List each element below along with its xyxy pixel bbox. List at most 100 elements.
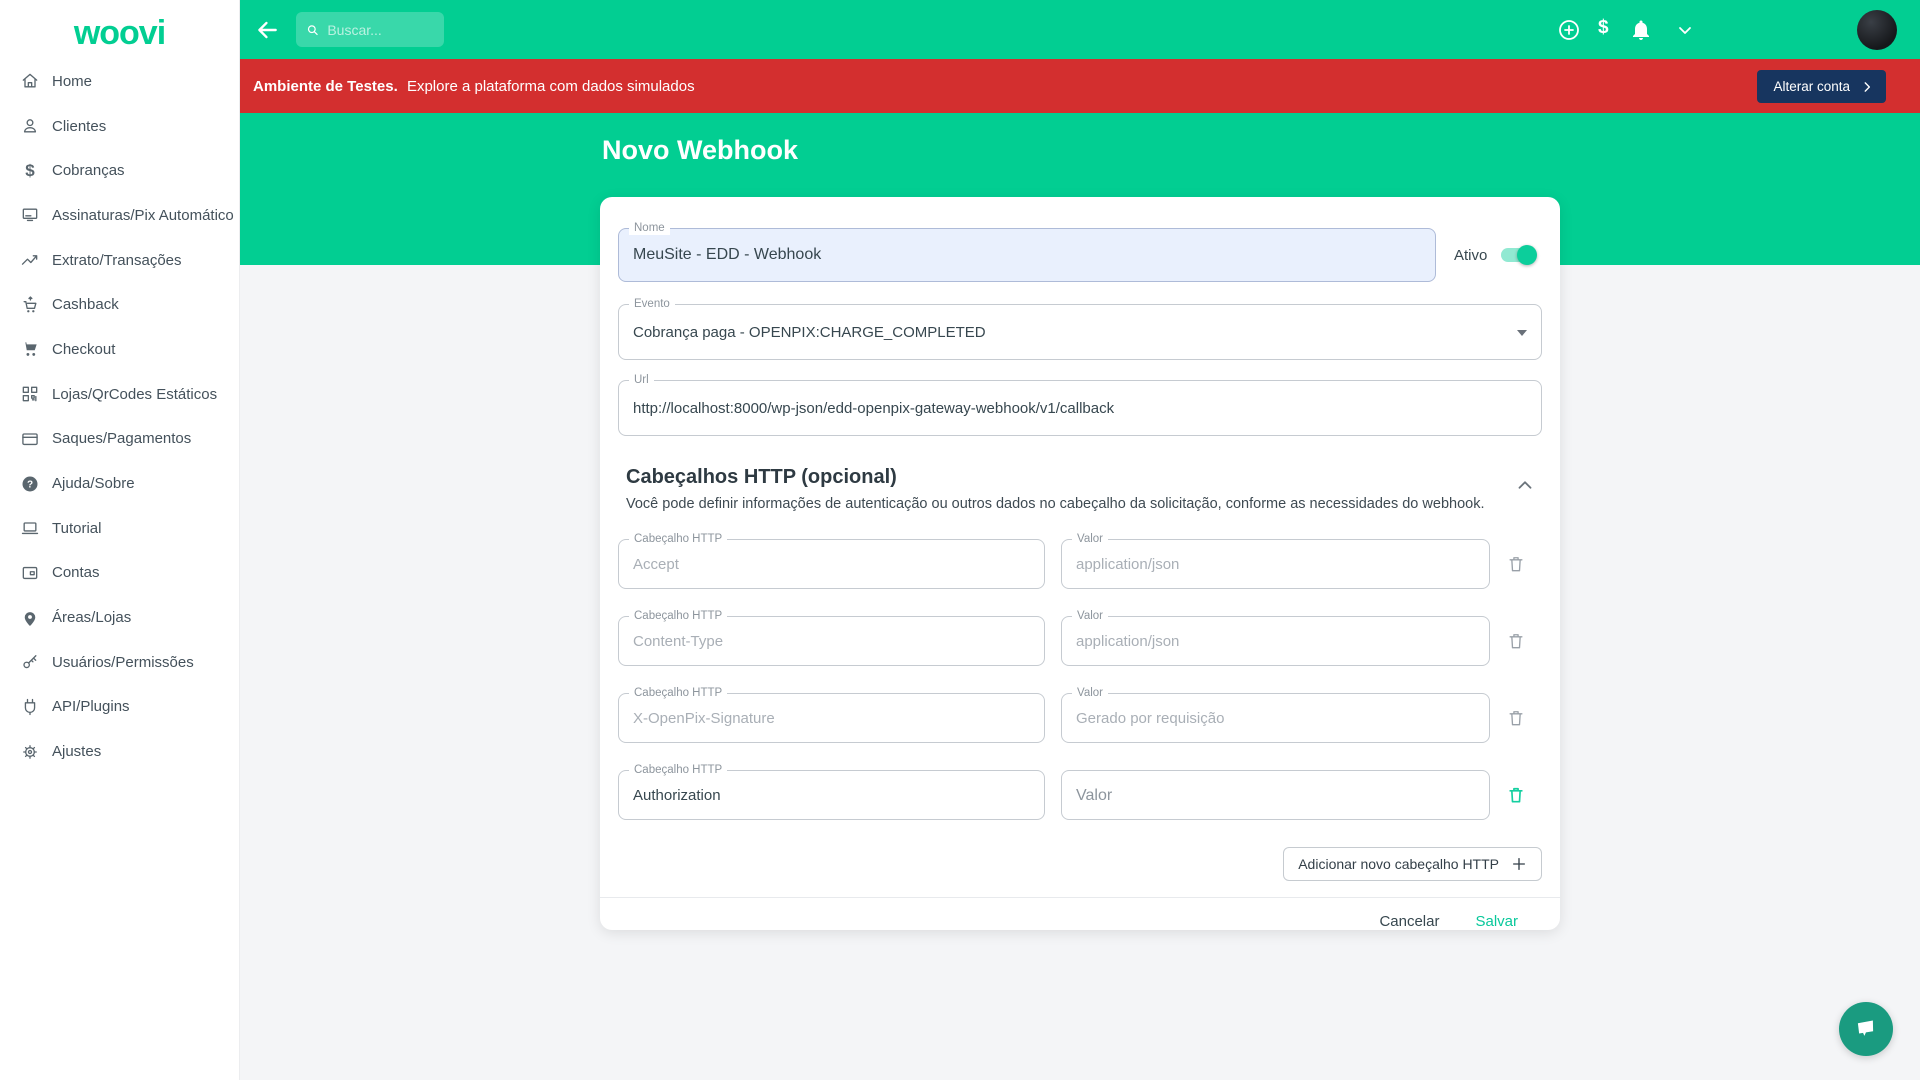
sidebar-item-label: Ajuda/Sobre <box>52 475 135 492</box>
sidebar-item-usuarios[interactable]: Usuários/Permissões <box>0 640 239 685</box>
delete-header-button[interactable] <box>1498 623 1534 659</box>
sidebar-item-contas[interactable]: Contas <box>0 551 239 596</box>
headers-section-description: Você pode definir informações de autenti… <box>618 496 1484 512</box>
gear-icon <box>20 742 40 762</box>
person-icon <box>20 116 40 136</box>
delete-header-button[interactable] <box>1498 546 1534 582</box>
header-value-input[interactable] <box>1076 556 1475 573</box>
header-value-input[interactable] <box>1076 787 1475 804</box>
header-key-input[interactable] <box>633 556 1030 573</box>
event-select[interactable] <box>633 324 1527 341</box>
url-input[interactable] <box>633 400 1527 417</box>
sidebar-nav: Home Clientes $ Cobranças Assinaturas/Pi… <box>0 59 239 774</box>
header-value-label: Valor <box>1072 686 1108 700</box>
header-value-field[interactable]: Valor <box>1061 693 1490 743</box>
sidebar-item-ajustes[interactable]: Ajustes <box>0 729 239 774</box>
sidebar-item-extrato[interactable]: Extrato/Transações <box>0 238 239 283</box>
header-row: Cabeçalho HTTP <box>618 770 1542 820</box>
header-key-field[interactable]: Cabeçalho HTTP <box>618 616 1045 666</box>
header-value-label: Valor <box>1072 609 1108 623</box>
header-key-input[interactable] <box>633 710 1030 727</box>
sidebar-item-clientes[interactable]: Clientes <box>0 104 239 149</box>
chat-launcher-button[interactable] <box>1839 1002 1893 1056</box>
header-key-label: Cabeçalho HTTP <box>629 609 727 623</box>
cancel-button[interactable]: Cancelar <box>1379 913 1439 930</box>
name-input[interactable] <box>633 246 1421 264</box>
header-key-label: Cabeçalho HTTP <box>629 532 727 546</box>
sidebar-item-label: Home <box>52 73 92 90</box>
laptop-icon <box>20 518 40 538</box>
header-row: Cabeçalho HTTP Valor <box>618 693 1542 743</box>
key-icon <box>20 652 40 672</box>
sidebar-item-saques[interactable]: Saques/Pagamentos <box>0 417 239 462</box>
sidebar-item-ajuda[interactable]: ? Ajuda/Sobre <box>0 461 239 506</box>
chevron-right-icon <box>1860 80 1874 94</box>
header-value-field[interactable]: Valor <box>1061 539 1490 589</box>
chevron-down-icon[interactable] <box>1673 18 1697 42</box>
header-row: Cabeçalho HTTP Valor <box>618 616 1542 666</box>
add-circle-icon[interactable] <box>1557 18 1581 42</box>
sidebar-item-label: Extrato/Transações <box>52 252 182 269</box>
main-area: $ Ambiente de Testes. Explore a platafor… <box>240 0 1920 1080</box>
sidebar-item-label: Contas <box>52 564 100 581</box>
header-key-input[interactable] <box>633 787 1030 804</box>
alter-account-label: Alterar conta <box>1773 79 1850 94</box>
sidebar-item-label: Usuários/Permissões <box>52 654 194 671</box>
name-field[interactable]: Nome <box>618 228 1436 282</box>
sidebar-item-label: API/Plugins <box>52 698 130 715</box>
header-value-field[interactable] <box>1061 770 1490 820</box>
sidebar-item-cashback[interactable]: Cashback <box>0 282 239 327</box>
name-row: Nome Ativo <box>618 228 1542 282</box>
cart-icon <box>20 339 40 359</box>
sidebar-item-label: Ajustes <box>52 743 101 760</box>
active-toggle[interactable] <box>1499 244 1537 266</box>
header-value-input[interactable] <box>1076 633 1475 650</box>
sidebar-item-areas[interactable]: Áreas/Lojas <box>0 595 239 640</box>
alter-account-button[interactable]: Alterar conta <box>1757 70 1886 103</box>
headers-section-titles: Cabeçalhos HTTP (opcional) Você pode def… <box>618 466 1484 512</box>
header-key-input[interactable] <box>633 633 1030 650</box>
sidebar: woovi Home Clientes $ Cobranças Assinatu… <box>0 0 240 1080</box>
notifications-bell-icon[interactable] <box>1629 18 1653 42</box>
header-key-field[interactable]: Cabeçalho HTTP <box>618 539 1045 589</box>
header-value-field[interactable]: Valor <box>1061 616 1490 666</box>
search-input[interactable] <box>327 22 434 38</box>
svg-text:?: ? <box>27 479 33 490</box>
add-header-button[interactable]: Adicionar novo cabeçalho HTTP <box>1283 847 1542 881</box>
search-box[interactable] <box>296 12 444 47</box>
add-header-label: Adicionar novo cabeçalho HTTP <box>1298 856 1499 872</box>
sidebar-item-qrcodes[interactable]: Lojas/QrCodes Estáticos <box>0 372 239 417</box>
page-title: Novo Webhook <box>602 135 798 166</box>
card-footer: Cancelar Salvar <box>618 898 1542 944</box>
back-arrow-icon[interactable] <box>254 17 280 43</box>
dollar-icon: $ <box>20 161 40 181</box>
delete-header-button[interactable] <box>1498 777 1534 813</box>
cart-up-icon <box>20 295 40 315</box>
name-field-label: Nome <box>629 221 670 235</box>
sidebar-item-assinaturas[interactable]: Assinaturas/Pix Automático <box>0 193 239 238</box>
search-icon <box>306 22 319 38</box>
delete-header-button[interactable] <box>1498 700 1534 736</box>
url-field[interactable]: Url <box>618 380 1542 436</box>
header-value-label: Valor <box>1072 532 1108 546</box>
user-avatar[interactable] <box>1857 10 1897 50</box>
header-value-input[interactable] <box>1076 710 1475 727</box>
header-key-label: Cabeçalho HTTP <box>629 686 727 700</box>
header-key-field[interactable]: Cabeçalho HTTP <box>618 770 1045 820</box>
event-field-label: Evento <box>629 297 675 311</box>
sidebar-item-tutorial[interactable]: Tutorial <box>0 506 239 551</box>
money-icon[interactable]: $ <box>1598 17 1609 39</box>
header-key-field[interactable]: Cabeçalho HTTP <box>618 693 1045 743</box>
sidebar-item-label: Assinaturas/Pix Automático <box>52 207 234 224</box>
sidebar-item-home[interactable]: Home <box>0 59 239 104</box>
chevron-up-icon[interactable] <box>1514 474 1536 496</box>
sidebar-item-label: Cashback <box>52 296 119 313</box>
sidebar-item-checkout[interactable]: Checkout <box>0 327 239 372</box>
sidebar-item-api[interactable]: API/Plugins <box>0 685 239 730</box>
sidebar-item-cobrancas[interactable]: $ Cobranças <box>0 148 239 193</box>
map-pin-icon <box>20 608 40 628</box>
save-button[interactable]: Salvar <box>1475 913 1518 930</box>
event-field[interactable]: Evento <box>618 304 1542 360</box>
pos-terminal-icon <box>20 205 40 225</box>
trash-icon <box>1506 785 1526 805</box>
